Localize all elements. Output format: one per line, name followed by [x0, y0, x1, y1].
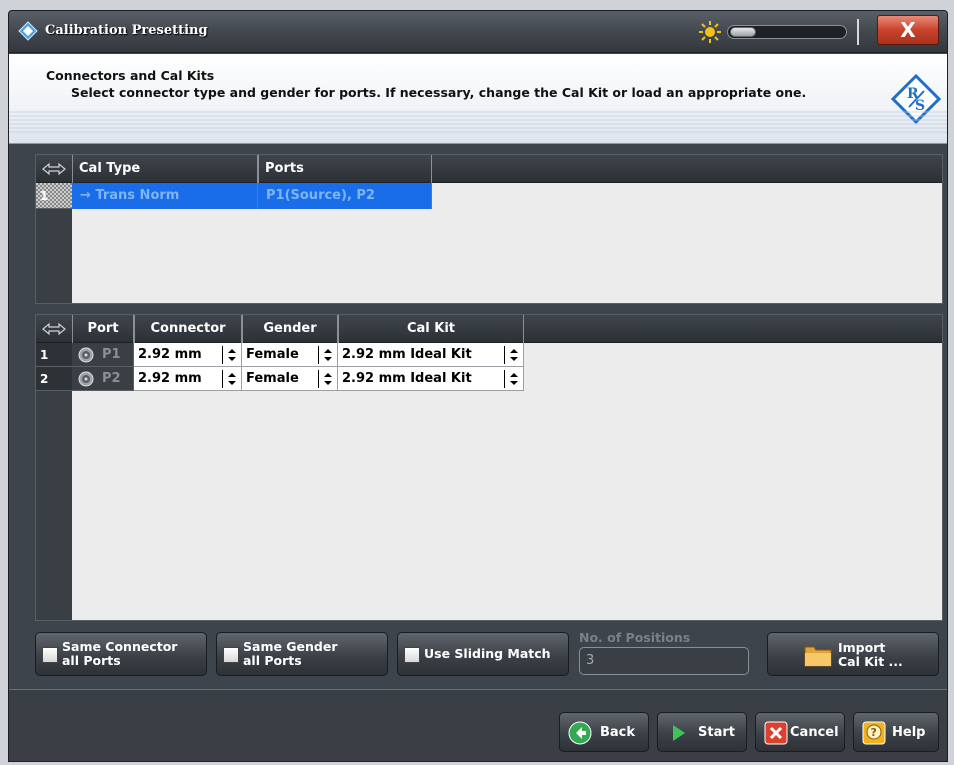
select-divider: [318, 346, 319, 364]
column-resize-icon[interactable]: [40, 159, 68, 179]
gender-select[interactable]: Female: [242, 367, 338, 391]
sliding-match-checkbox[interactable]: [404, 647, 420, 663]
cal-kit-select[interactable]: 2.92 mm Ideal Kit: [338, 343, 524, 367]
start-button[interactable]: Start: [657, 712, 747, 752]
select-divider: [222, 346, 223, 364]
port-label: P2: [102, 371, 121, 386]
same-connector-label: Same Connector all Ports: [62, 640, 177, 668]
select-divider: [222, 370, 223, 388]
port-cell: P1: [72, 343, 134, 367]
help-label: Help: [892, 725, 926, 740]
rohde-schwarz-logo-icon: R S: [891, 74, 941, 124]
cancel-button[interactable]: Cancel: [755, 712, 845, 752]
info-title: Connectors and Cal Kits: [46, 68, 215, 83]
info-panel: Connectors and Cal Kits Select connector…: [9, 54, 947, 144]
ports-cell[interactable]: P1(Source), P2: [258, 183, 432, 209]
play-icon: [673, 725, 685, 741]
column-resize-icon[interactable]: [40, 319, 68, 339]
row-index[interactable]: 1: [36, 343, 72, 367]
calibration-presetting-dialog: Calibration Presetting X Connectors and …: [8, 10, 948, 762]
slider-thumb[interactable]: [730, 27, 756, 37]
start-label: Start: [698, 725, 735, 740]
same-connector-all-ports-button[interactable]: Same Connector all Ports: [35, 632, 207, 676]
cal-kit-select[interactable]: 2.92 mm Ideal Kit: [338, 367, 524, 391]
col-cal-kit[interactable]: Cal Kit: [338, 315, 524, 343]
select-divider: [504, 346, 505, 364]
import-line1: Import: [838, 640, 886, 655]
positions-label: No. of Positions: [579, 630, 691, 645]
col-connector[interactable]: Connector: [134, 315, 242, 343]
info-description: Select connector type and gender for por…: [71, 85, 807, 100]
same-connector-line2: all Ports: [62, 653, 121, 668]
dialog-footer: Back Start Cancel ? Help: [9, 690, 947, 761]
title-separator: [857, 19, 859, 45]
same-connector-line1: Same Connector: [62, 639, 178, 654]
col-gender[interactable]: Gender: [242, 315, 338, 343]
connector-value: 2.92 mm: [138, 347, 202, 362]
connector-value: 2.92 mm: [138, 371, 202, 386]
col-ports[interactable]: Ports: [258, 155, 432, 183]
positions-input[interactable]: 3: [579, 647, 749, 675]
transparency-slider[interactable]: [727, 25, 847, 39]
port-label: P1: [102, 347, 121, 362]
same-gender-label: Same Gender all Ports: [243, 640, 338, 668]
select-divider: [504, 370, 505, 388]
brightness-icon: [699, 21, 721, 43]
port-cell: P2: [72, 367, 134, 391]
close-button[interactable]: X: [877, 15, 939, 45]
row-index[interactable]: 1: [36, 183, 72, 209]
col-cal-type[interactable]: Cal Type: [72, 155, 258, 183]
back-label: Back: [600, 725, 636, 740]
import-line2: Cal Kit ...: [838, 654, 903, 669]
same-gender-line2: all Ports: [243, 653, 302, 668]
same-gender-checkbox[interactable]: [223, 647, 239, 663]
gender-value: Female: [246, 371, 299, 386]
folder-icon: [804, 646, 832, 667]
cancel-label: Cancel: [790, 725, 839, 740]
help-icon: ?: [862, 721, 886, 745]
connector-select[interactable]: 2.92 mm: [134, 343, 242, 367]
svg-text:?: ?: [871, 726, 877, 739]
up-down-spinner-icon[interactable]: [322, 347, 334, 363]
gender-select[interactable]: Female: [242, 343, 338, 367]
gender-value: Female: [246, 347, 299, 362]
up-down-spinner-icon[interactable]: [508, 347, 520, 363]
help-button[interactable]: ? Help: [853, 712, 939, 752]
port-connector-icon: [78, 347, 94, 363]
cal-type-cell[interactable]: → Trans Norm: [72, 183, 258, 209]
use-sliding-match-button[interactable]: Use Sliding Match: [397, 632, 569, 676]
window-title: Calibration Presetting: [45, 23, 208, 38]
cal-kit-value: 2.92 mm Ideal Kit: [342, 347, 472, 362]
same-gender-line1: Same Gender: [243, 639, 338, 654]
back-arrow-icon: [568, 721, 592, 745]
back-button[interactable]: Back: [559, 712, 649, 752]
import-label: Import Cal Kit ...: [838, 641, 903, 669]
import-cal-kit-button[interactable]: Import Cal Kit ...: [767, 632, 939, 676]
up-down-spinner-icon[interactable]: [322, 371, 334, 387]
up-down-spinner-icon[interactable]: [226, 347, 238, 363]
row-index[interactable]: 2: [36, 367, 72, 391]
select-divider: [318, 370, 319, 388]
same-gender-all-ports-button[interactable]: Same Gender all Ports: [216, 632, 388, 676]
port-connector-table: Port Connector Gender Cal Kit 1 P1 2.92 …: [35, 314, 943, 621]
up-down-spinner-icon[interactable]: [226, 371, 238, 387]
up-down-spinner-icon[interactable]: [508, 371, 520, 387]
same-connector-checkbox[interactable]: [42, 647, 58, 663]
app-icon: [18, 21, 38, 41]
col-port[interactable]: Port: [72, 315, 134, 343]
cancel-x-icon: [764, 721, 788, 745]
port-connector-icon: [78, 371, 94, 387]
cal-type-table: Cal Type Ports 1 → Trans Norm P1(Source)…: [35, 154, 943, 304]
cal-kit-value: 2.92 mm Ideal Kit: [342, 371, 472, 386]
sliding-match-label: Use Sliding Match: [424, 646, 551, 661]
title-bar[interactable]: Calibration Presetting X: [9, 11, 947, 53]
connector-select[interactable]: 2.92 mm: [134, 367, 242, 391]
